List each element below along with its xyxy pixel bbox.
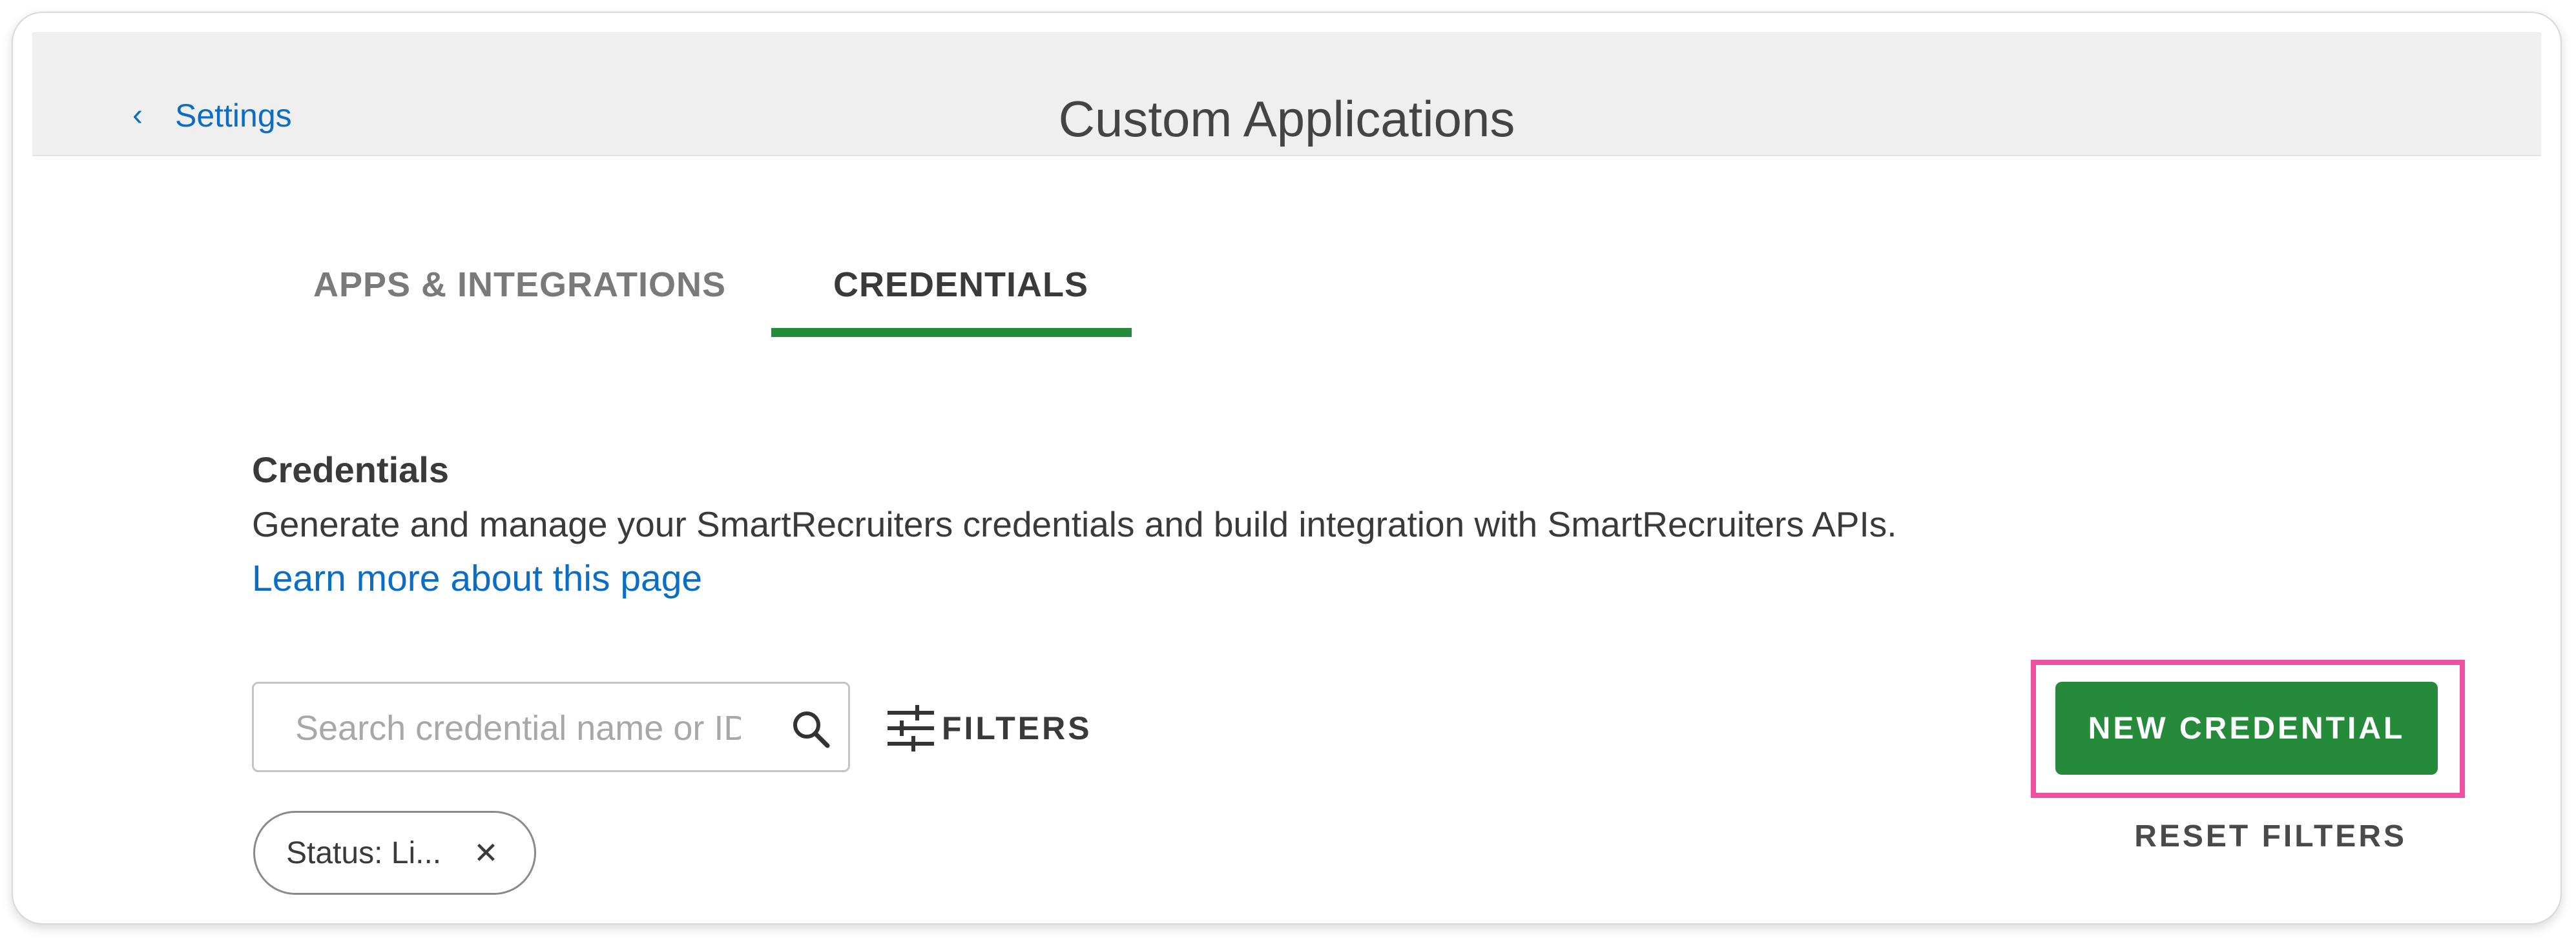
search-input[interactable] [294,703,742,753]
learn-more-link[interactable]: Learn more about this page [252,557,702,600]
status-chip-label: Status: Li... [286,835,442,870]
section-title: Credentials [252,449,449,490]
page-title: Custom Applications [1058,90,1515,147]
close-icon[interactable]: ✕ [473,838,499,868]
search-box [252,682,850,772]
filters-label: FILTERS [942,710,1092,746]
tab-credentials[interactable]: CREDENTIALS [833,265,1088,305]
filters-button[interactable]: FILTERS [885,704,1092,753]
active-tab-indicator [771,328,1132,337]
status-filter-chip: Status: Li... ✕ [253,811,536,895]
app-window: ‹ Settings Custom Applications APPS & IN… [13,13,2560,923]
new-credential-button[interactable]: NEW CREDENTIAL [2055,682,2438,775]
reset-filters-button[interactable]: RESET FILTERS [2134,819,2407,854]
section-description: Generate and manage your SmartRecruiters… [252,504,1897,544]
tab-apps-integrations[interactable]: APPS & INTEGRATIONS [313,265,726,305]
search-icon[interactable] [790,708,831,750]
sliders-icon [888,705,934,751]
page-header: ‹ Settings Custom Applications [32,32,2541,156]
